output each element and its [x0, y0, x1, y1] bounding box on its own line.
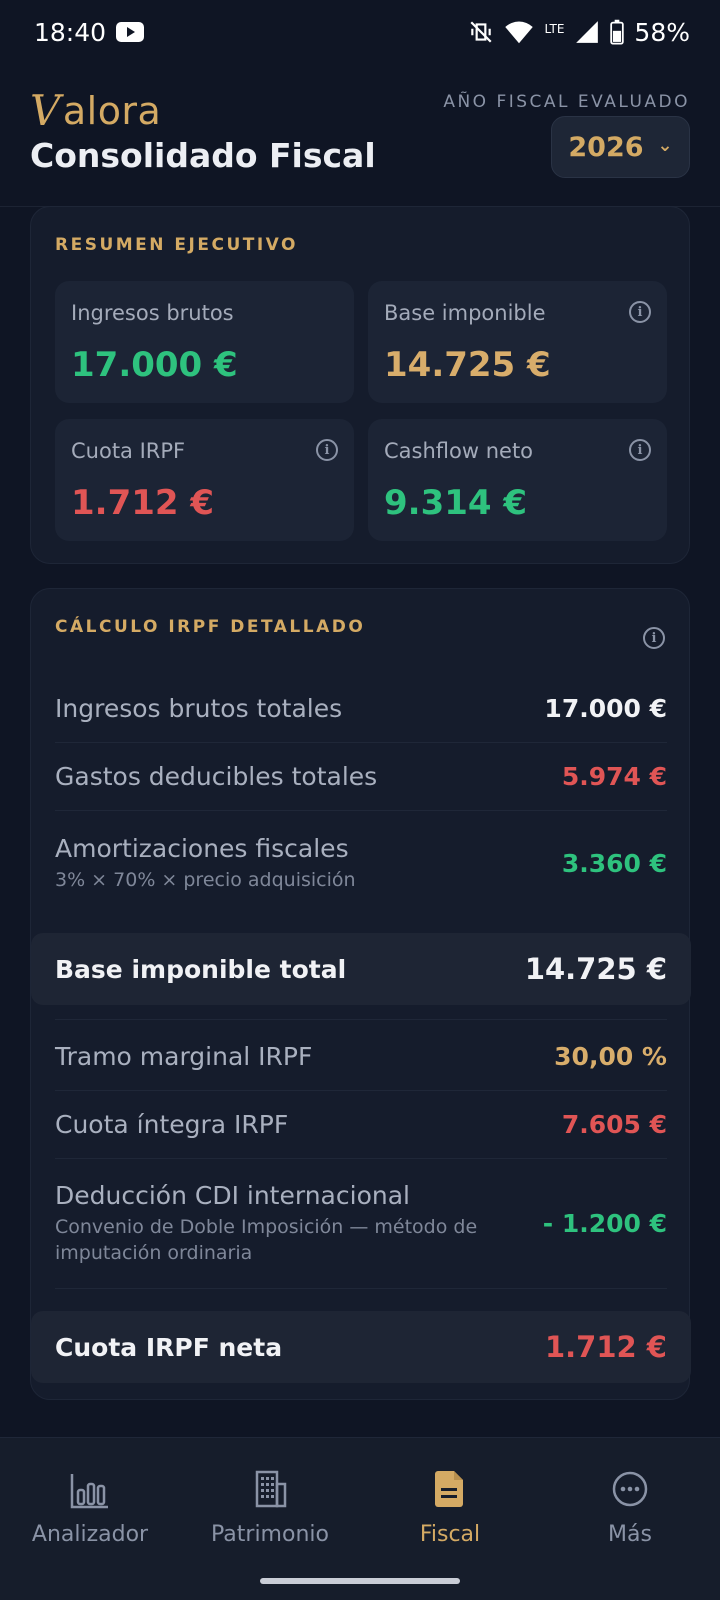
logo-v: V: [30, 86, 61, 135]
info-icon[interactable]: i: [629, 439, 651, 461]
battery-level: 58%: [634, 17, 690, 47]
row-label: Cuota íntegra IRPF: [55, 1110, 289, 1139]
tile-label: Cashflow neto: [384, 439, 534, 463]
divider: [55, 1019, 667, 1020]
vibrate-off-icon: [470, 21, 492, 43]
battery-icon: [610, 19, 625, 45]
irpf-detail-card: CÁLCULO IRPF DETALLADO i Ingresos brutos…: [30, 588, 691, 1400]
building-icon: [255, 1470, 287, 1508]
bar-chart-icon: [70, 1474, 108, 1509]
total-taxable-base: Base imponible total 14.725 €: [31, 933, 691, 1005]
tile-irpf-quota[interactable]: Cuota IRPF i 1.712 €: [55, 419, 354, 541]
total-label: Cuota IRPF neta: [55, 1332, 283, 1362]
row-amortization: Amortizaciones fiscales 3% × 70% × preci…: [55, 811, 667, 915]
section-title-summary: RESUMEN EJECUTIVO: [55, 235, 298, 255]
tile-value: 1.712 €: [71, 483, 215, 523]
total-value: 1.712 €: [544, 1330, 667, 1364]
home-indicator[interactable]: [260, 1578, 460, 1584]
page-title: Consolidado Fiscal: [30, 136, 376, 175]
row-label: Deducción CDI internacional: [55, 1181, 410, 1210]
status-bar: 18:40 LTE 58%: [0, 0, 720, 64]
logo-text: alora: [62, 88, 162, 133]
nav-item-mas[interactable]: Más: [540, 1468, 720, 1547]
row-value: 30,00 %: [554, 1042, 667, 1071]
row-value: 5.974 €: [561, 762, 667, 791]
nav-item-fiscal[interactable]: Fiscal: [360, 1468, 540, 1547]
info-icon[interactable]: i: [316, 439, 338, 461]
fiscal-year-dropdown[interactable]: 2026 ⌄: [551, 116, 690, 178]
row-value: 7.605 €: [561, 1110, 667, 1139]
tile-taxable-base[interactable]: Base imponible i 14.725 €: [368, 281, 667, 403]
chevron-down-icon: ⌄: [657, 134, 673, 156]
document-icon: [435, 1471, 463, 1507]
status-time: 18:40: [34, 17, 107, 47]
row-gross-income: Ingresos brutos totales 17.000 €: [55, 675, 667, 743]
tile-label: Base imponible: [384, 301, 546, 325]
row-value: 3.360 €: [561, 848, 667, 878]
row-gross-quota: Cuota íntegra IRPF 7.605 €: [55, 1091, 667, 1159]
tile-net-cashflow[interactable]: Cashflow neto i 9.314 €: [368, 419, 667, 541]
more-icon: [612, 1471, 648, 1507]
tile-gross-income[interactable]: Ingresos brutos 17.000 €: [55, 281, 354, 403]
nav-item-patrimonio[interactable]: Patrimonio: [180, 1468, 360, 1547]
nav-item-analizador[interactable]: Analizador: [0, 1468, 180, 1547]
valora-logo: V alora: [30, 86, 161, 135]
section-title-irpf: CÁLCULO IRPF DETALLADO: [55, 617, 366, 637]
network-type: LTE: [544, 21, 565, 36]
info-icon[interactable]: i: [643, 627, 665, 649]
tile-label: Cuota IRPF: [71, 439, 186, 463]
row-sublabel: Convenio de Doble Imposición — método de…: [55, 1216, 478, 1264]
tile-value: 14.725 €: [384, 345, 551, 385]
row-cdi-deduction: Deducción CDI internacional Convenio de …: [55, 1159, 667, 1289]
app-header: V alora Consolidado Fiscal AÑO FISCAL EV…: [0, 64, 720, 207]
row-value: - 1.200 €: [542, 1209, 667, 1238]
bottom-navigation: Analizador Patrimonio Fiscal Más: [0, 1437, 720, 1600]
total-value: 14.725 €: [524, 952, 667, 986]
total-label: Base imponible total: [55, 954, 347, 984]
row-deductible-expenses: Gastos deducibles totales 5.974 €: [55, 743, 667, 811]
wifi-icon: [505, 21, 534, 44]
info-icon[interactable]: i: [629, 301, 651, 323]
total-net-irpf: Cuota IRPF neta 1.712 €: [31, 1311, 691, 1383]
nav-label: Patrimonio: [211, 1522, 329, 1547]
row-sublabel: 3% × 70% × precio adquisición: [55, 868, 356, 891]
fiscal-year-label: AÑO FISCAL EVALUADO: [443, 92, 690, 112]
tile-label: Ingresos brutos: [71, 301, 234, 325]
nav-label: Analizador: [31, 1522, 149, 1547]
nav-label: Fiscal: [419, 1522, 481, 1547]
fiscal-year-value: 2026: [568, 131, 644, 163]
tile-value: 9.314 €: [384, 483, 528, 523]
executive-summary-card: RESUMEN EJECUTIVO Ingresos brutos 17.000…: [30, 206, 690, 564]
row-label: Amortizaciones fiscales: [55, 833, 349, 863]
row-label: Gastos deducibles totales: [55, 762, 378, 791]
row-value: 17.000 €: [544, 694, 667, 723]
nav-label: Más: [608, 1522, 652, 1547]
row-marginal-rate: Tramo marginal IRPF 30,00 %: [55, 1023, 667, 1091]
tile-value: 17.000 €: [71, 345, 238, 385]
row-label: Tramo marginal IRPF: [55, 1042, 313, 1071]
signal-icon: [576, 21, 599, 43]
row-label: Ingresos brutos totales: [55, 694, 343, 723]
youtube-icon: [116, 22, 145, 42]
